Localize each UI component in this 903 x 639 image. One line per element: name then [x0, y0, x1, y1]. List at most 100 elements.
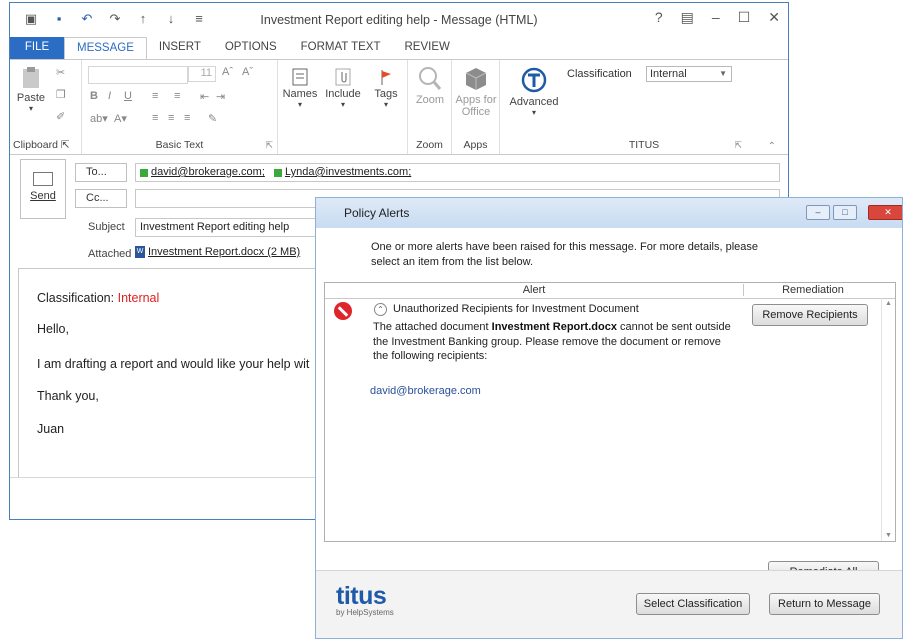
maximize-icon[interactable]: ☐	[738, 9, 751, 26]
tab-options[interactable]: OPTIONS	[213, 37, 289, 59]
chevron-down-icon: ▼	[719, 69, 727, 78]
presence-icon	[140, 168, 148, 177]
ribbon-display-icon[interactable]: ▤	[681, 9, 694, 26]
column-header-remediation[interactable]: Remediation	[745, 284, 881, 296]
ribbon: Paste ▾ ✂ ❐ ✐ Clipboard ⇱ 11 Aˆ Aˇ B I U…	[10, 59, 788, 155]
advanced-button[interactable]: Advanced ▾	[506, 66, 562, 117]
presence-icon	[273, 168, 282, 177]
tab-review[interactable]: REVIEW	[393, 37, 462, 59]
scroll-up-icon[interactable]: ▲	[882, 300, 895, 307]
apps-group: Apps for Office Apps	[452, 60, 500, 154]
send-button[interactable]: Send	[20, 159, 66, 219]
apps-cube-icon	[465, 68, 487, 90]
clipboard-group-label: Clipboard ⇱	[13, 139, 70, 151]
dialog-minimize-icon[interactable]: –	[806, 205, 830, 220]
minimize-icon[interactable]: –	[712, 9, 720, 26]
classification-label: Classification	[567, 68, 632, 80]
to-field[interactable]: david@brokerage.com; Lynda@investments.c…	[135, 163, 780, 182]
alert-recipient-email: david@brokerage.com	[370, 385, 481, 397]
dialog-title-bar: Policy Alerts – □ ✕	[316, 198, 902, 228]
recipient-chip[interactable]: david@brokerage.com;	[140, 164, 265, 181]
body-line: I am drafting a report and would like yo…	[37, 357, 310, 371]
tab-insert[interactable]: INSERT	[147, 37, 213, 59]
select-classification-button[interactable]: Select Classification	[636, 593, 750, 615]
body-thanks: Thank you,	[37, 389, 99, 403]
titus-launcher-icon[interactable]: ⇱	[734, 140, 742, 151]
bold-icon[interactable]: B	[90, 90, 98, 102]
body-classification-line: Classification: Internal	[37, 291, 160, 305]
collapse-ribbon-icon[interactable]: ⌃	[768, 141, 776, 152]
tags-button[interactable]: Tags ▾	[368, 68, 404, 109]
dialog-maximize-icon[interactable]: □	[833, 205, 857, 220]
shrink-font-icon[interactable]: Aˇ	[242, 66, 253, 78]
names-button[interactable]: Names ▾	[280, 68, 320, 109]
font-color-icon[interactable]: A▾	[114, 112, 127, 125]
apps-for-office-button[interactable]: Apps for Office	[454, 66, 498, 118]
font-name-box[interactable]	[88, 66, 188, 84]
italic-icon[interactable]: I	[108, 90, 111, 102]
dialog-title: Policy Alerts	[344, 206, 410, 220]
alert-title: Unauthorized Recipients for Investment D…	[393, 303, 639, 315]
word-doc-icon: W	[135, 246, 145, 258]
tab-format-text[interactable]: FORMAT TEXT	[289, 37, 393, 59]
tab-file[interactable]: FILE	[10, 37, 64, 59]
grid-scrollbar[interactable]: ▲ ▼	[881, 298, 895, 541]
font-size-box[interactable]: 11	[188, 66, 216, 82]
titus-group-label: TITUS	[628, 139, 660, 151]
return-to-message-button[interactable]: Return to Message	[769, 593, 880, 615]
title-bar: ▣ ▪ ↶ ↷ ↑ ↓ ≡ Investment Report editing …	[10, 3, 788, 37]
include-button[interactable]: Include ▾	[322, 68, 364, 109]
recipient-chip[interactable]: Lynda@investments.com;	[273, 164, 411, 181]
remove-recipients-button[interactable]: Remove Recipients	[752, 304, 868, 326]
paperclip-icon	[335, 68, 351, 86]
dialog-footer: titus by HelpSystems Select Classificati…	[316, 570, 902, 638]
grow-font-icon[interactable]: Aˆ	[222, 66, 233, 78]
attachment-chip[interactable]: W Investment Report.docx (2 MB)	[135, 246, 300, 258]
alert-description: The attached document Investment Report.…	[373, 321, 731, 362]
basic-text-group: 11 Aˆ Aˇ B I U ≡ ≡ ⇤ ⇥ ab▾ A▾ ≡ ≡ ≡ ✎ Ba…	[82, 60, 278, 154]
clear-formatting-icon[interactable]: ✎	[208, 112, 217, 125]
numbering-icon[interactable]: ≡	[174, 90, 180, 102]
ribbon-tabs: FILE MESSAGE INSERT OPTIONS FORMAT TEXT …	[10, 37, 788, 61]
align-right-icon[interactable]: ≡	[184, 112, 190, 124]
scroll-down-icon[interactable]: ▼	[882, 532, 895, 539]
zoom-group: Zoom Zoom	[408, 60, 452, 154]
highlight-icon[interactable]: ab▾	[90, 112, 108, 125]
flag-icon	[381, 70, 391, 85]
help-icon[interactable]: ?	[655, 9, 663, 26]
decrease-indent-icon[interactable]: ⇤	[200, 90, 209, 103]
bullets-icon[interactable]: ≡	[152, 90, 158, 102]
tab-message[interactable]: MESSAGE	[64, 37, 147, 61]
to-button[interactable]: To...	[75, 163, 127, 182]
dialog-message: One or more alerts have been raised for …	[371, 241, 759, 268]
policy-alerts-dialog: Policy Alerts – □ ✕ One or more alerts h…	[315, 197, 903, 639]
attached-label: Attached	[88, 248, 132, 260]
copy-icon[interactable]: ❐	[56, 88, 66, 101]
grid-header: Alert Remediation	[325, 283, 895, 299]
window-controls: ? ▤ – ☐ ✕	[655, 9, 780, 26]
send-envelope-icon	[33, 172, 53, 186]
magnifier-icon	[419, 67, 442, 90]
close-icon[interactable]: ✕	[768, 9, 780, 26]
align-center-icon[interactable]: ≡	[168, 112, 174, 124]
dialog-close-icon[interactable]: ✕	[868, 205, 902, 220]
paste-icon	[23, 67, 39, 88]
column-header-alert[interactable]: Alert	[325, 284, 744, 296]
classification-dropdown[interactable]: Internal ▼	[646, 66, 732, 82]
format-painter-icon[interactable]: ✐	[56, 110, 65, 123]
zoom-group-label: Zoom	[416, 139, 443, 151]
cut-icon[interactable]: ✂	[56, 66, 65, 79]
collapse-chevron-icon[interactable]: ⌃	[374, 303, 387, 316]
alerts-grid: Alert Remediation ⌃ Unauthorized Recipie…	[324, 282, 896, 542]
apps-group-label: Apps	[463, 139, 488, 151]
zoom-button[interactable]: Zoom	[410, 66, 450, 106]
titus-group: Advanced ▾ TITUS ⇱ ⌃	[500, 60, 788, 154]
cc-button[interactable]: Cc...	[75, 189, 127, 208]
underline-icon[interactable]: U	[124, 90, 132, 102]
paste-label: Paste	[16, 92, 46, 104]
align-left-icon[interactable]: ≡	[152, 112, 158, 124]
increase-indent-icon[interactable]: ⇥	[216, 90, 225, 103]
basic-text-launcher-icon[interactable]: ⇱	[265, 140, 273, 151]
paste-button[interactable]: Paste ▾	[16, 66, 46, 113]
titus-logo: titus by HelpSystems	[336, 582, 394, 617]
